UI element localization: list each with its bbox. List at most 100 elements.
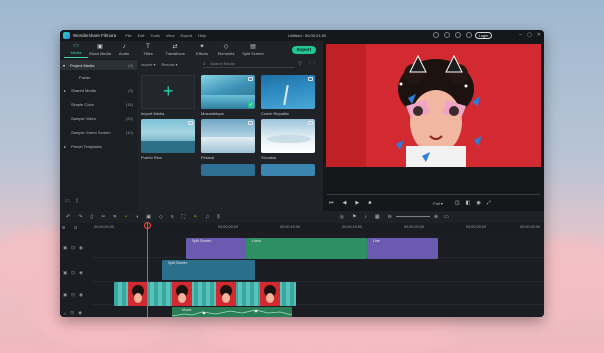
speed-icon[interactable]: ◔ bbox=[124, 214, 127, 220]
sidebar-item-shared-media[interactable]: ▸ Shared Media (3) bbox=[60, 85, 137, 95]
link-icon[interactable]: ⊡ bbox=[74, 225, 77, 230]
import-dropdown[interactable]: Import ▾ bbox=[141, 62, 155, 67]
maximize-icon[interactable]: ▢ bbox=[527, 32, 532, 38]
mic-icon[interactable]: ♪ bbox=[364, 214, 367, 220]
tab-audio[interactable]: ♪ Audio bbox=[112, 44, 136, 58]
render-icon[interactable]: ◎ bbox=[340, 214, 344, 220]
lock-icon[interactable]: ⊡ bbox=[70, 310, 74, 316]
tab-split-screen[interactable]: ▤ Split Screen bbox=[238, 44, 268, 58]
menu-tools[interactable]: Tools bbox=[151, 33, 160, 38]
tab-media[interactable]: ▭ Media bbox=[64, 43, 88, 58]
zoom-out-icon[interactable]: ⊖ bbox=[388, 214, 392, 220]
eye-icon[interactable]: ◉ bbox=[79, 245, 83, 251]
sidebar-item-simple-color[interactable]: Simple Color (15) bbox=[60, 99, 137, 109]
preview-scrub-bar[interactable] bbox=[327, 194, 540, 195]
green-screen-icon[interactable]: ▣ bbox=[146, 214, 151, 220]
tab-stock-media[interactable]: ▣ Stock Media bbox=[88, 44, 112, 58]
sidebar-item-sample-green-screen[interactable]: Sample Green Screen (10) bbox=[60, 127, 137, 137]
login-button[interactable]: Login bbox=[475, 32, 492, 39]
media-thumbnail-mozambique[interactable]: ✓ bbox=[201, 75, 255, 109]
playhead[interactable] bbox=[147, 223, 148, 317]
sidebar-item-project-media[interactable]: ▾ Project Media (5) bbox=[60, 60, 137, 70]
sidebar-item-preset-templates[interactable]: ▸ Preset Templates bbox=[60, 141, 137, 151]
video-clip[interactable] bbox=[114, 282, 296, 306]
audio-icon[interactable]: ♫ bbox=[206, 214, 210, 220]
stop-icon[interactable]: ■ bbox=[368, 200, 371, 206]
media-thumbnail-czech-republic[interactable] bbox=[261, 75, 315, 109]
title-clip[interactable]: Split Screen bbox=[186, 238, 246, 259]
folder-icon[interactable]: ▯ bbox=[76, 198, 79, 204]
track-header: ▣ ⊡ ◉ bbox=[60, 289, 92, 301]
media-thumbnail-finland[interactable] bbox=[201, 119, 255, 153]
eye-icon[interactable]: ◉ bbox=[79, 292, 83, 298]
search-input[interactable]: ⌕ Search Media bbox=[203, 61, 295, 68]
step-back-icon[interactable]: ◀ bbox=[343, 200, 347, 206]
account-icon[interactable] bbox=[466, 32, 472, 38]
voiceover-icon[interactable]: ▦ bbox=[375, 214, 380, 220]
marker-icon[interactable]: ⚑ bbox=[352, 214, 356, 220]
fullscreen-icon[interactable]: ⤢ bbox=[487, 200, 491, 206]
undo-icon[interactable]: ↶ bbox=[66, 214, 70, 220]
lock-icon[interactable]: ⊡ bbox=[71, 292, 75, 298]
media-thumbnail-partial[interactable] bbox=[201, 164, 255, 176]
play-icon[interactable]: ▶ bbox=[355, 200, 359, 206]
notification-icon[interactable] bbox=[444, 32, 450, 38]
crop-icon[interactable]: ⌗ bbox=[113, 214, 116, 220]
grid-view-icon[interactable]: ⋮⋮ bbox=[307, 61, 317, 67]
new-folder-icon[interactable]: ▭ bbox=[65, 198, 70, 204]
menu-view[interactable]: View bbox=[166, 33, 175, 38]
add-track-icon[interactable]: ⊞ bbox=[62, 225, 65, 230]
menu-help[interactable]: Help bbox=[198, 33, 206, 38]
sidebar-item-sample-video[interactable]: Sample Video (20) bbox=[60, 113, 137, 123]
media-item-label: Slovakia bbox=[261, 155, 277, 160]
menu-export[interactable]: Export bbox=[181, 33, 193, 38]
close-icon[interactable]: ✕ bbox=[537, 32, 541, 38]
zoom-slider[interactable] bbox=[395, 215, 430, 217]
cut-icon[interactable]: ✂ bbox=[101, 214, 105, 220]
media-thumbnail-puerto-rico[interactable] bbox=[141, 119, 195, 153]
split-screen-clip[interactable]: Split Screen bbox=[162, 260, 255, 280]
eye-icon[interactable]: ◉ bbox=[78, 310, 82, 316]
keyframe-icon[interactable]: ◇ bbox=[159, 214, 163, 220]
quality-dropdown[interactable]: Full ▾ bbox=[433, 201, 443, 206]
volume-icon[interactable]: ◧ bbox=[466, 200, 471, 206]
lock-icon[interactable]: ⊡ bbox=[71, 245, 75, 251]
tab-transitions[interactable]: ⇄ Transitions bbox=[160, 44, 190, 58]
cloud-icon[interactable] bbox=[455, 32, 461, 38]
redo-icon[interactable]: ↷ bbox=[78, 214, 82, 220]
skip-back-icon[interactable]: ⏮ bbox=[329, 200, 334, 206]
media-thumbnail-partial[interactable] bbox=[261, 164, 315, 176]
eye-icon[interactable]: ◉ bbox=[79, 270, 83, 276]
library-panel: ▭ Media ▣ Stock Media ♪ Audio T Titles ⇄ Tran… bbox=[60, 41, 323, 211]
tab-titles[interactable]: T Titles bbox=[136, 44, 160, 58]
camera-icon[interactable]: ◉ bbox=[476, 200, 480, 206]
mixer-icon[interactable]: ⫼ bbox=[217, 214, 219, 220]
timeline-ruler[interactable]: ⊞ ⊡ 00:00:00:00 00:00:05:00 00:00:10:00 … bbox=[60, 223, 544, 233]
menu-edit[interactable]: Edit bbox=[138, 33, 145, 38]
filter-icon[interactable]: ▽ bbox=[298, 61, 302, 67]
sidebar-item-folder[interactable]: Folder bbox=[60, 72, 137, 82]
title-clip[interactable]: Line bbox=[367, 238, 438, 259]
tab-effects[interactable]: ✦ Effects bbox=[190, 44, 214, 58]
zoom-in-icon[interactable]: ⊕ bbox=[434, 214, 438, 220]
import-media-tile[interactable]: + bbox=[141, 75, 195, 109]
ai-icon[interactable]: ✧ bbox=[193, 214, 197, 220]
fit-icon[interactable]: ⛶ bbox=[182, 214, 186, 220]
snapshot-icon[interactable]: ◫ bbox=[455, 200, 460, 206]
media-thumbnail-slovakia[interactable] bbox=[261, 119, 315, 153]
ruler-label: 00:00:05:00 bbox=[218, 225, 239, 229]
audio-clip[interactable]: Music bbox=[172, 307, 292, 317]
fit-timeline-icon[interactable]: ▭ bbox=[444, 214, 449, 220]
video-track-icon: ▣ bbox=[63, 292, 68, 297]
adjust-icon[interactable]: ≡ bbox=[171, 214, 174, 220]
lightbulb-icon[interactable] bbox=[433, 32, 439, 38]
minimize-icon[interactable]: – bbox=[519, 32, 522, 38]
lock-icon[interactable]: ⊡ bbox=[71, 270, 75, 276]
menu-file[interactable]: File bbox=[125, 33, 131, 38]
delete-icon[interactable]: ▯ bbox=[90, 214, 93, 220]
title-clip[interactable]: Lined bbox=[246, 238, 367, 259]
export-button[interactable]: Export bbox=[292, 46, 316, 54]
record-dropdown[interactable]: Record ▾ bbox=[161, 62, 177, 67]
color-icon[interactable]: ◑ bbox=[135, 214, 138, 220]
tab-elements[interactable]: ◇ Elements bbox=[214, 44, 238, 58]
